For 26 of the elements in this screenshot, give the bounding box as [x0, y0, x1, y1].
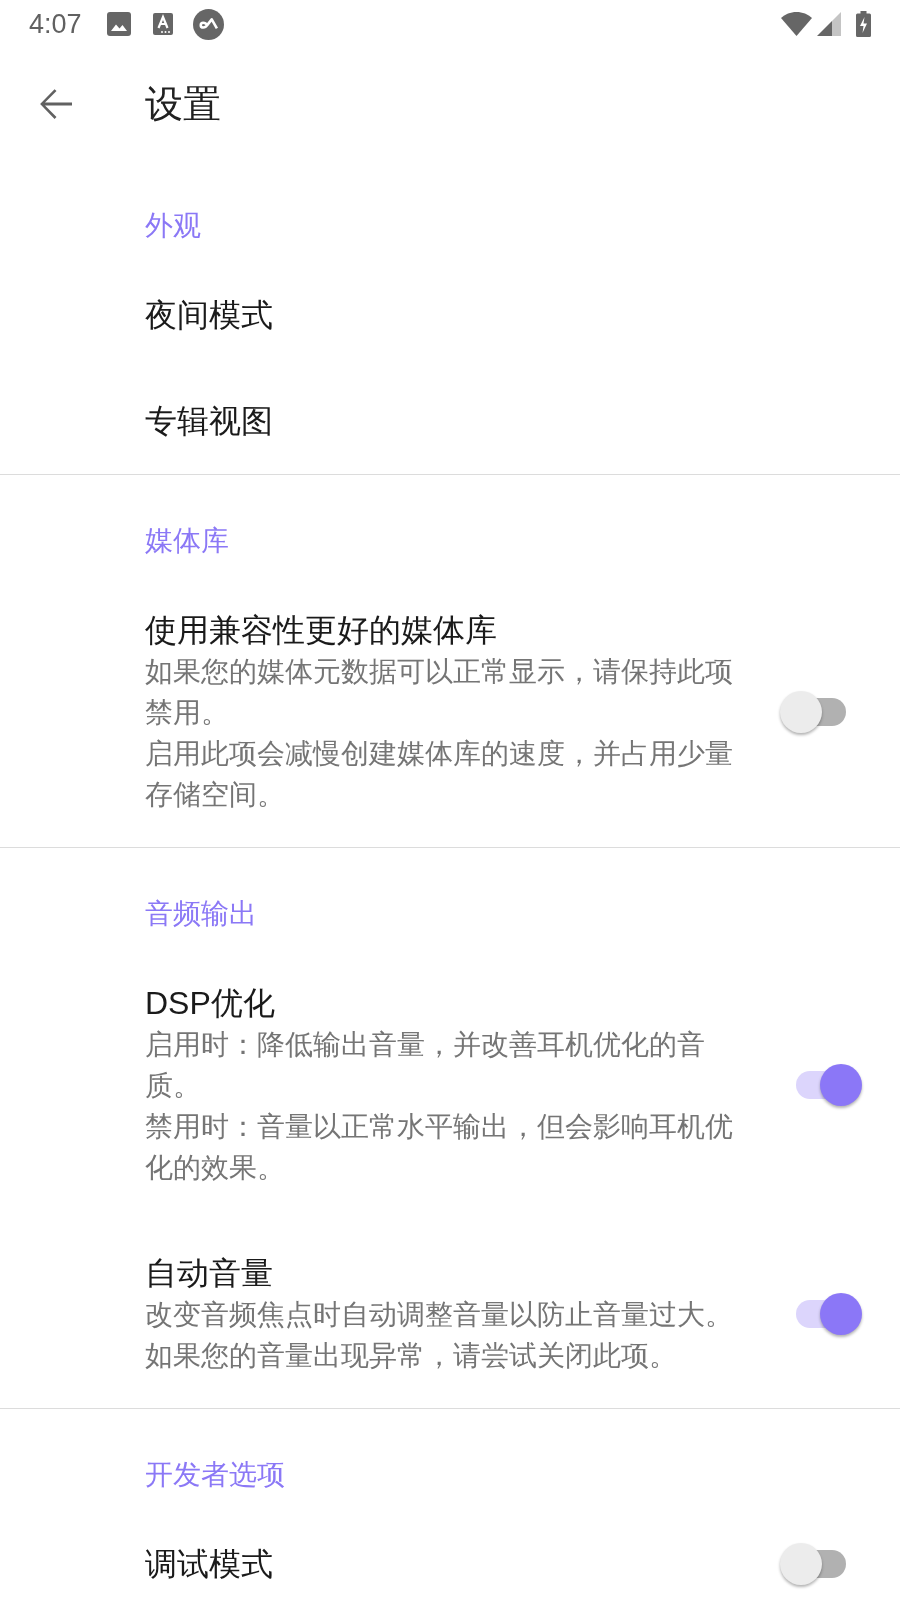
setting-summary: 如果您的音量出现异常，请尝试关闭此项。 [145, 1339, 677, 1373]
signal-icon [817, 12, 841, 36]
wifi-icon [781, 12, 812, 36]
circle-logo-icon [192, 8, 224, 40]
setting-summary: 禁用时：音量以正常水平输出，但会影响耳机优化的效果。 [145, 1110, 734, 1185]
setting-summary: 启用此项会减慢创建媒体库的速度，并占用少量存储空间。 [145, 737, 734, 812]
back-arrow-icon [38, 87, 72, 121]
tile-icon [152, 13, 173, 35]
status-time: 4:07 [29, 8, 82, 40]
battery-charging-icon [856, 11, 871, 37]
back-button[interactable] [38, 87, 72, 121]
toolbar-title: 设置 [145, 82, 221, 126]
section-header: 外观 [145, 210, 201, 241]
setting-title[interactable]: 夜间模式 [145, 294, 273, 336]
section-header: 音频输出 [145, 898, 257, 929]
setting-title[interactable]: 专辑视图 [145, 400, 273, 442]
setting-title: 调试模式 [145, 1545, 273, 1584]
setting-summary: 改变音频焦点时自动调整音量以防止音量过大。 [145, 1298, 733, 1332]
setting-summary: 启用时：降低输出音量，并改善耳机优化的音质。 [145, 1028, 706, 1103]
setting-title: 使用兼容性更好的媒体库 [145, 611, 497, 650]
section-header: 媒体库 [145, 525, 229, 556]
setting-title: DSP优化 [145, 984, 275, 1023]
image-icon [106, 12, 131, 36]
setting-summary: 如果您的媒体元数据可以正常显示，请保持此项禁用。 [145, 655, 734, 730]
setting-title: 自动音量 [145, 1254, 273, 1293]
section-header: 开发者选项 [145, 1459, 285, 1490]
